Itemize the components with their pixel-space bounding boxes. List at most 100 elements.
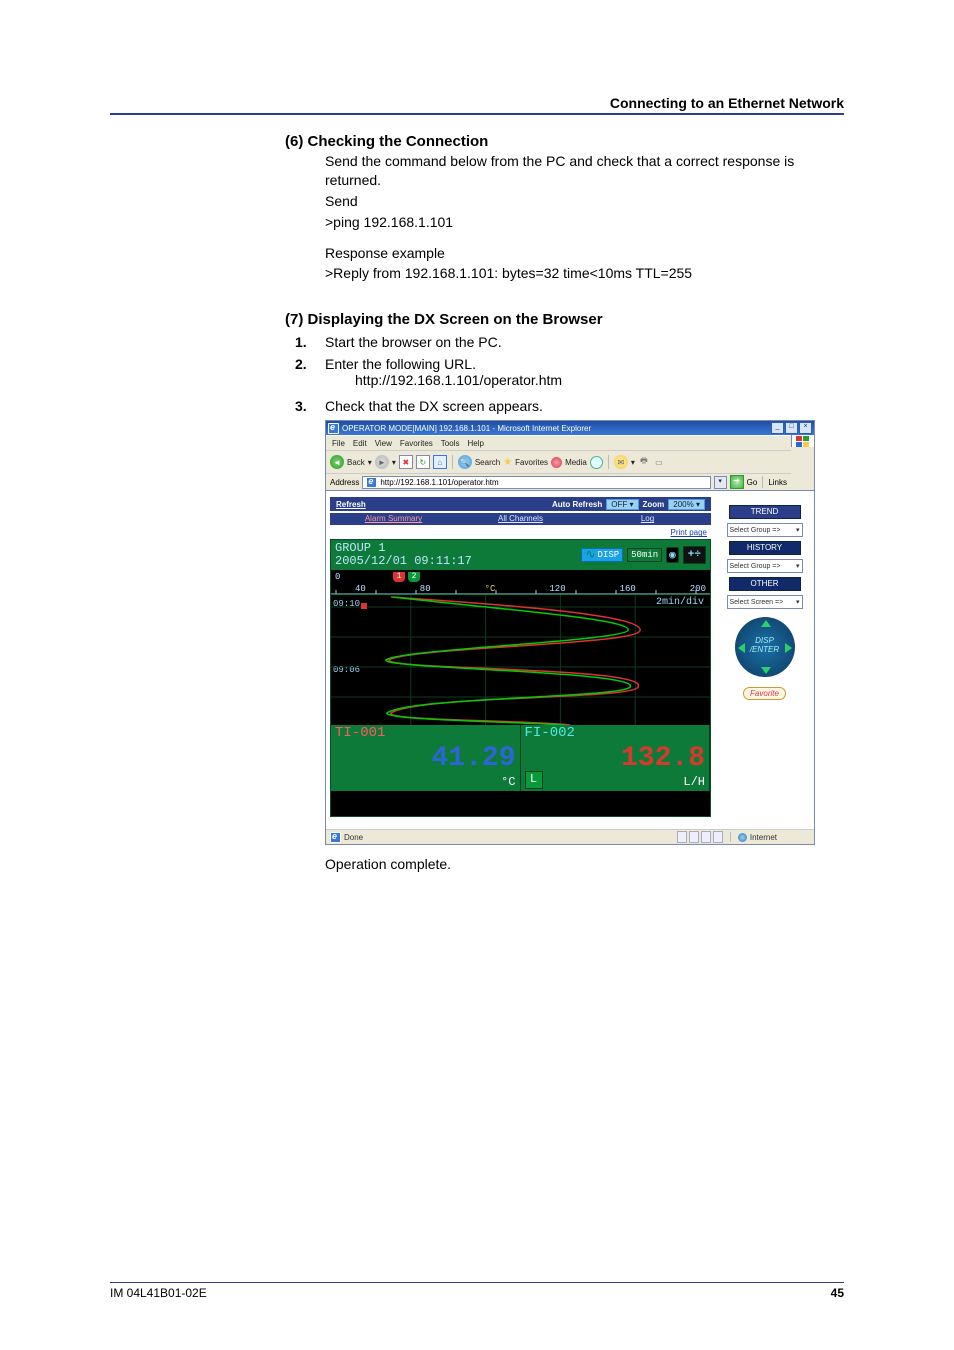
browser-window: OPERATOR MODE[MAIN] 192.168.1.101 - Micr… <box>325 420 815 845</box>
menu-tools[interactable]: Tools <box>441 439 460 448</box>
status-chip <box>677 831 687 843</box>
snapshot-icon[interactable]: ◉ <box>666 547 679 563</box>
refresh-link[interactable]: Refresh <box>336 500 366 509</box>
step-1-num: 1. <box>295 334 325 350</box>
mail-icon[interactable]: ✉ <box>614 455 628 469</box>
history-icon[interactable] <box>590 456 603 469</box>
print-row: Print page <box>326 528 707 537</box>
zoom-select[interactable]: 200% ▾ <box>668 499 705 510</box>
dpad-down-icon[interactable] <box>761 667 771 674</box>
tab-alarm[interactable]: Alarm Summary <box>330 513 457 525</box>
maximize-button[interactable]: □ <box>785 422 798 434</box>
go-label: Go <box>747 478 758 487</box>
ch1-unit: °C <box>501 775 515 789</box>
footer-page-num: 45 <box>831 1286 844 1300</box>
trend-svg <box>331 595 710 725</box>
footer-doc-id: IM 04L41B01-02E <box>110 1286 207 1300</box>
other-select[interactable]: Select Screen =>▾ <box>727 595 803 609</box>
trend-button[interactable]: TREND <box>729 505 801 519</box>
print-page-link[interactable]: Print page <box>671 528 707 537</box>
menu-favorites[interactable]: Favorites <box>400 439 433 448</box>
step-2-text: Enter the following URL. <box>325 356 844 372</box>
trend-area: 2min/div 09:10 09:06 <box>331 594 710 725</box>
favorites-label[interactable]: Favorites <box>515 458 548 467</box>
section-6-title: (6) Checking the Connection <box>285 133 844 150</box>
status-ie-icon <box>330 832 341 843</box>
back-button[interactable]: ◄ <box>330 455 344 469</box>
close-button[interactable]: × <box>799 422 812 434</box>
span-button[interactable]: 50min <box>627 548 662 562</box>
ch1-value: 41.29 <box>431 743 515 774</box>
links-label[interactable]: Links <box>768 478 787 487</box>
flag-1: 1 <box>393 572 405 582</box>
auto-refresh-label: Auto Refresh <box>552 500 602 509</box>
favorites-icon[interactable]: ★ <box>503 457 512 468</box>
header-title: Connecting to an Ethernet Network <box>610 95 844 111</box>
window-title: OPERATOR MODE[MAIN] 192.168.1.101 - Micr… <box>342 424 591 433</box>
mail-dd[interactable]: ▾ <box>631 458 635 467</box>
search-icon[interactable]: 🔍 <box>458 455 472 469</box>
home-button[interactable]: ⌂ <box>433 455 447 469</box>
go-button[interactable]: ➔ <box>730 475 744 489</box>
value-bar: TI-001 41.29 °C FI-002 L 132.8 L/H <box>331 725 710 791</box>
ch2-value: 132.8 <box>621 743 705 774</box>
globe-icon <box>738 833 747 842</box>
step-3-text: Check that the DX screen appears. <box>325 398 844 414</box>
back-dd[interactable]: ▾ <box>368 458 372 467</box>
tab-all-channels[interactable]: All Channels <box>457 513 584 525</box>
search-label[interactable]: Search <box>475 458 500 467</box>
status-chip <box>689 831 699 843</box>
scale-0: 0 <box>335 572 340 582</box>
address-dropdown[interactable]: ▾ <box>714 476 727 489</box>
toolbar: ◄ Back ▾ ► ▾ ✖ ↻ ⌂ 🔍 Search ★ Favorites … <box>326 450 791 473</box>
section-6-send-label: Send <box>325 192 844 211</box>
status-chip <box>701 831 711 843</box>
edit-icon[interactable]: ▭ <box>653 456 665 468</box>
dpad-left-icon[interactable] <box>738 643 745 653</box>
step-3: 3. Check that the DX screen appears. <box>295 398 844 414</box>
disp-button[interactable]: ∿DISP <box>581 548 623 562</box>
url-ie-icon <box>366 477 377 488</box>
trend-select[interactable]: Select Group =>▾ <box>727 523 803 537</box>
menu-help[interactable]: Help <box>467 439 483 448</box>
dx-panel: Refresh Auto Refresh OFF ▾ Zoom 200% ▾ A… <box>326 491 715 829</box>
menu-view[interactable]: View <box>375 439 392 448</box>
url-text: http://192.168.1.101/operator.htm <box>380 478 498 487</box>
fwd-dd[interactable]: ▾ <box>392 458 396 467</box>
history-button[interactable]: HISTORY <box>729 541 801 555</box>
forward-button[interactable]: ► <box>375 455 389 469</box>
menu-edit[interactable]: Edit <box>353 439 367 448</box>
group-timestamp: 2005/12/01 09:11:17 <box>335 555 472 568</box>
minimize-button[interactable]: _ <box>771 422 784 434</box>
auto-refresh-select[interactable]: OFF ▾ <box>606 499 638 510</box>
address-input[interactable]: http://192.168.1.101/operator.htm <box>362 476 710 489</box>
page-footer: IM 04L41B01-02E 45 <box>110 1282 844 1300</box>
frac-icon[interactable]: +÷ <box>683 546 706 564</box>
address-bar: Address http://192.168.1.101/operator.ht… <box>326 473 791 490</box>
other-button[interactable]: OTHER <box>729 577 801 591</box>
step-1-text: Start the browser on the PC. <box>325 334 844 350</box>
stop-button[interactable]: ✖ <box>399 455 413 469</box>
refresh-button[interactable]: ↻ <box>416 455 430 469</box>
favorite-button[interactable]: Favorite <box>743 687 786 700</box>
media-label[interactable]: Media <box>565 458 587 467</box>
ch1-name: TI-001 <box>335 725 385 741</box>
section-6-send-cmd: >ping 192.168.1.101 <box>325 213 844 232</box>
section-7-title: (7) Displaying the DX Screen on the Brow… <box>285 311 844 328</box>
step-3-num: 3. <box>295 398 325 414</box>
print-icon[interactable]: 🖶 <box>638 456 650 468</box>
history-select[interactable]: Select Group =>▾ <box>727 559 803 573</box>
refresh-bar: Refresh Auto Refresh OFF ▾ Zoom 200% ▾ <box>330 497 711 511</box>
tabs: Alarm Summary All Channels Log <box>330 513 711 525</box>
dpad-right-icon[interactable] <box>785 643 792 653</box>
status-chip <box>713 831 723 843</box>
menu-file[interactable]: File <box>332 439 345 448</box>
step-1: 1. Start the browser on the PC. <box>295 334 844 350</box>
media-icon[interactable] <box>551 457 562 468</box>
tab-log[interactable]: Log <box>584 513 711 525</box>
section-6-resp-label: Response example <box>325 244 844 263</box>
channel-2: FI-002 L 132.8 L/H <box>521 725 711 791</box>
dpad-up-icon[interactable] <box>761 620 771 627</box>
disp-enter-dpad[interactable] <box>735 617 795 677</box>
status-zone: Internet <box>750 833 777 842</box>
